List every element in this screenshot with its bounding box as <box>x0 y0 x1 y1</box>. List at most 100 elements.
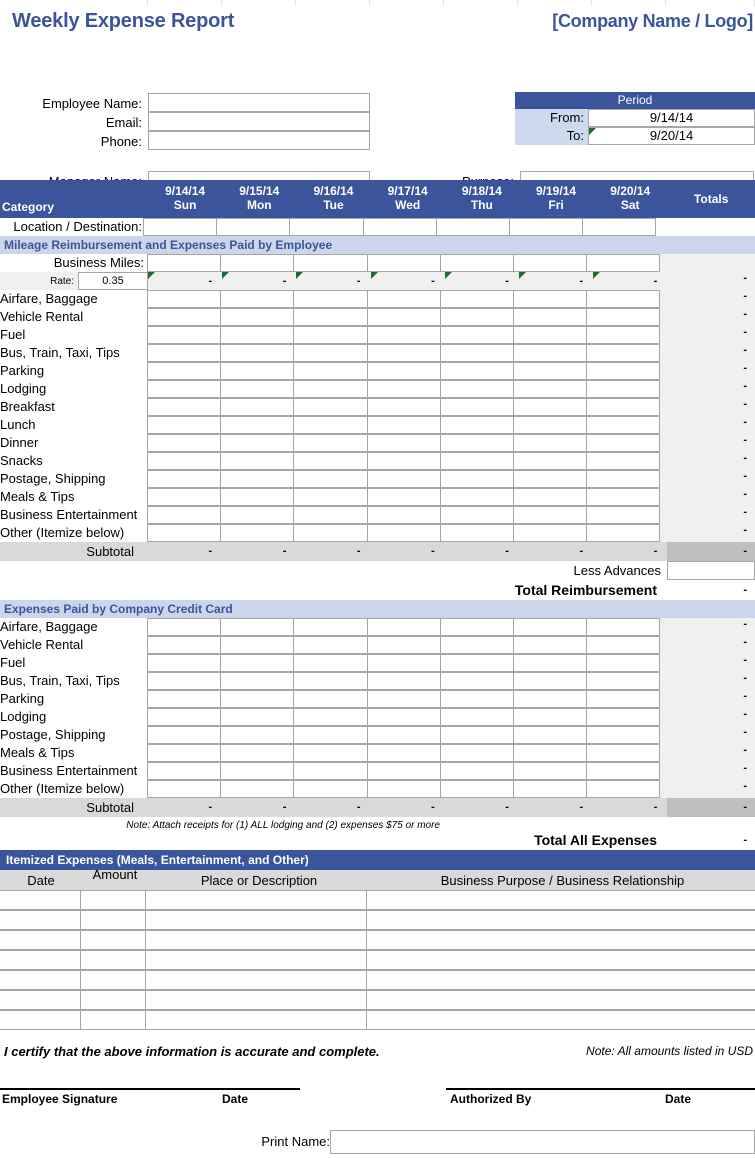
expense-cell-5-6[interactable] <box>586 708 661 726</box>
itemized-cell-5-1[interactable] <box>80 990 146 1010</box>
expense-cell-3-4[interactable] <box>439 344 514 362</box>
employee-signature-line[interactable] <box>0 1088 300 1090</box>
business-miles-day-3[interactable] <box>366 254 441 272</box>
expense-cell-12-0[interactable] <box>147 506 222 524</box>
expense-cell-2-4[interactable] <box>439 326 514 344</box>
expense-cell-12-6[interactable] <box>586 506 661 524</box>
expense-cell-9-5[interactable] <box>512 780 588 798</box>
itemized-cell-2-3[interactable] <box>366 930 755 950</box>
expense-cell-6-2[interactable] <box>293 726 368 744</box>
itemized-cell-3-0[interactable] <box>0 950 81 970</box>
expense-cell-7-6[interactable] <box>586 416 661 434</box>
expense-cell-3-0[interactable] <box>147 672 222 690</box>
expense-cell-0-2[interactable] <box>293 618 368 636</box>
expense-cell-6-3[interactable] <box>366 726 441 744</box>
expense-cell-4-2[interactable] <box>293 362 368 380</box>
expense-cell-8-4[interactable] <box>439 762 514 780</box>
expense-cell-4-2[interactable] <box>293 690 368 708</box>
expense-cell-10-1[interactable] <box>220 470 295 488</box>
expense-cell-8-0[interactable] <box>147 762 222 780</box>
expense-cell-11-4[interactable] <box>439 488 514 506</box>
expense-cell-9-3[interactable] <box>366 452 441 470</box>
expense-cell-3-5[interactable] <box>512 672 588 690</box>
itemized-cell-5-3[interactable] <box>366 990 755 1010</box>
business-miles-day-4[interactable] <box>439 254 514 272</box>
itemized-cell-2-1[interactable] <box>80 930 146 950</box>
expense-cell-10-4[interactable] <box>439 470 514 488</box>
expense-cell-10-2[interactable] <box>293 470 368 488</box>
expense-cell-0-0[interactable] <box>147 618 222 636</box>
expense-cell-7-5[interactable] <box>512 744 588 762</box>
expense-cell-11-5[interactable] <box>512 488 588 506</box>
business-miles-day-5[interactable] <box>512 254 588 272</box>
expense-cell-1-4[interactable] <box>439 308 514 326</box>
expense-cell-7-2[interactable] <box>293 416 368 434</box>
expense-cell-3-3[interactable] <box>366 672 441 690</box>
expense-cell-6-2[interactable] <box>293 398 368 416</box>
expense-cell-1-0[interactable] <box>147 308 222 326</box>
expense-cell-2-2[interactable] <box>293 654 368 672</box>
itemized-cell-0-1[interactable] <box>80 890 146 910</box>
expense-cell-5-3[interactable] <box>366 708 441 726</box>
expense-cell-7-1[interactable] <box>220 744 295 762</box>
expense-cell-0-6[interactable] <box>586 290 661 308</box>
expense-cell-5-2[interactable] <box>293 708 368 726</box>
itemized-cell-6-0[interactable] <box>0 1010 81 1030</box>
expense-cell-10-3[interactable] <box>366 470 441 488</box>
expense-cell-8-2[interactable] <box>293 434 368 452</box>
expense-cell-4-1[interactable] <box>220 362 295 380</box>
expense-cell-0-1[interactable] <box>220 290 295 308</box>
expense-cell-12-1[interactable] <box>220 506 295 524</box>
expense-cell-5-6[interactable] <box>586 380 661 398</box>
authorized-signature-line[interactable] <box>446 1088 755 1090</box>
email-field[interactable] <box>148 112 370 131</box>
itemized-cell-0-2[interactable] <box>145 890 367 910</box>
expense-cell-4-5[interactable] <box>512 362 588 380</box>
business-miles-day-6[interactable] <box>586 254 661 272</box>
expense-cell-9-2[interactable] <box>293 452 368 470</box>
expense-cell-13-0[interactable] <box>147 524 222 542</box>
expense-cell-2-1[interactable] <box>220 326 295 344</box>
expense-cell-3-1[interactable] <box>220 344 295 362</box>
expense-cell-9-3[interactable] <box>366 780 441 798</box>
itemized-cell-3-3[interactable] <box>366 950 755 970</box>
expense-cell-4-1[interactable] <box>220 690 295 708</box>
expense-cell-7-6[interactable] <box>586 744 661 762</box>
expense-cell-8-6[interactable] <box>586 434 661 452</box>
expense-cell-6-4[interactable] <box>439 398 514 416</box>
expense-cell-5-4[interactable] <box>439 380 514 398</box>
expense-cell-2-0[interactable] <box>147 654 222 672</box>
expense-cell-0-3[interactable] <box>366 618 441 636</box>
expense-cell-2-1[interactable] <box>220 654 295 672</box>
expense-cell-5-4[interactable] <box>439 708 514 726</box>
expense-cell-11-3[interactable] <box>366 488 441 506</box>
expense-cell-8-5[interactable] <box>512 762 588 780</box>
itemized-cell-4-3[interactable] <box>366 970 755 990</box>
expense-cell-2-6[interactable] <box>586 654 661 672</box>
itemized-cell-1-3[interactable] <box>366 910 755 930</box>
expense-cell-7-1[interactable] <box>220 416 295 434</box>
business-miles-day-0[interactable] <box>147 254 222 272</box>
itemized-cell-2-2[interactable] <box>145 930 367 950</box>
location-destination-day-4[interactable] <box>435 218 510 236</box>
company-name-logo[interactable]: [Company Name / Logo] <box>552 11 753 32</box>
expense-cell-0-4[interactable] <box>439 290 514 308</box>
expense-cell-3-5[interactable] <box>512 344 588 362</box>
expense-cell-3-6[interactable] <box>586 672 661 690</box>
expense-cell-2-3[interactable] <box>366 326 441 344</box>
expense-cell-5-0[interactable] <box>147 380 222 398</box>
expense-cell-6-6[interactable] <box>586 398 661 416</box>
expense-cell-7-3[interactable] <box>366 744 441 762</box>
itemized-cell-2-0[interactable] <box>0 930 81 950</box>
expense-cell-8-4[interactable] <box>439 434 514 452</box>
business-miles-day-2[interactable] <box>293 254 368 272</box>
itemized-cell-4-1[interactable] <box>80 970 146 990</box>
expense-cell-12-3[interactable] <box>366 506 441 524</box>
expense-cell-4-6[interactable] <box>586 690 661 708</box>
itemized-cell-0-3[interactable] <box>366 890 755 910</box>
expense-cell-9-5[interactable] <box>512 452 588 470</box>
itemized-cell-3-1[interactable] <box>80 950 146 970</box>
itemized-cell-4-2[interactable] <box>145 970 367 990</box>
itemized-cell-6-2[interactable] <box>145 1010 367 1030</box>
expense-cell-1-5[interactable] <box>512 308 588 326</box>
